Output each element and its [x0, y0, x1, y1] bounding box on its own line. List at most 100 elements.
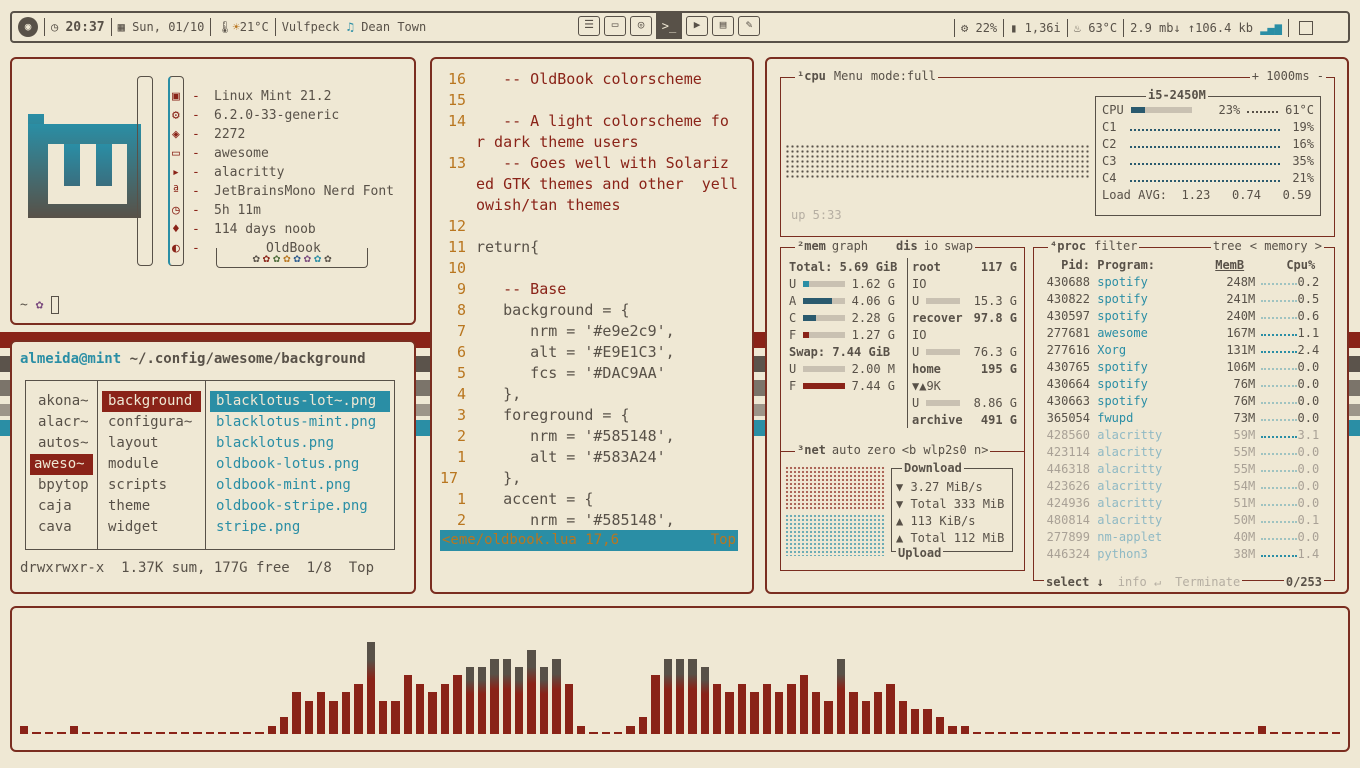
fm-item[interactable]: scripts: [102, 475, 201, 496]
net-row: ▲ 113 KiB/s: [896, 513, 976, 528]
cava-bar: [267, 726, 276, 734]
fm-file[interactable]: oldbook-mint.png: [210, 475, 390, 496]
proc-row[interactable]: 423114 alacritty 55M 0.0: [1042, 443, 1334, 460]
proc-row[interactable]: 277681 awesome 167M 1.1: [1042, 324, 1334, 341]
proc-row[interactable]: 428560 alacritty 59M 3.1: [1042, 426, 1334, 443]
cava-bar: [1232, 732, 1242, 734]
fm-item[interactable]: background: [102, 391, 201, 412]
cava-bar: [180, 732, 190, 734]
disk-value: 76.3 G: [973, 344, 1017, 359]
tab-tree[interactable]: tree: [1213, 239, 1242, 253]
fullscreen-icon[interactable]: [1298, 21, 1313, 35]
fm-file[interactable]: blacklotus-mint.png: [210, 412, 390, 433]
cava-bar: [873, 692, 883, 734]
folder-icon[interactable]: ▭: [604, 16, 626, 36]
editor-buffer[interactable]: 16 -- OldBook colorscheme 15 14 -- A light…: [440, 69, 738, 531]
fm-item[interactable]: widget: [102, 517, 201, 538]
tab-menu[interactable]: Menu: [834, 69, 863, 83]
proc-row[interactable]: 446324 python3 38M 1.4: [1042, 545, 1334, 562]
proc-row[interactable]: 277899 nm-applet 40M 0.0: [1042, 528, 1334, 545]
proc-row[interactable]: 430664 spotify 76M 0.0: [1042, 375, 1334, 392]
fm-item[interactable]: bpytop: [30, 475, 93, 496]
editor-line: 5 fcs = '#DAC9AA': [440, 363, 738, 384]
proc-col-mem[interactable]: MemB: [1215, 258, 1255, 272]
proc-col-program[interactable]: Program:: [1097, 258, 1215, 272]
menu-icon[interactable]: ☰: [578, 16, 600, 36]
fm-item[interactable]: theme: [102, 496, 201, 517]
mem-bar: [803, 365, 845, 372]
fm-item[interactable]: aweso~: [30, 454, 93, 475]
tab-graph[interactable]: graph: [832, 239, 868, 253]
logo-bracket: [137, 76, 153, 266]
proc-row[interactable]: 424936 alacritty 51M 0.0: [1042, 494, 1334, 511]
editor-line: 10: [440, 258, 738, 279]
proc-graph: [1261, 329, 1298, 336]
tab-mode[interactable]: mode:full: [871, 69, 936, 83]
tab-zero[interactable]: zero: [867, 443, 896, 457]
fm-item[interactable]: caja: [30, 496, 93, 517]
proc-cpu: 0.0: [1297, 461, 1320, 476]
net-row: ▼ 3.27 MiB/s: [896, 479, 983, 494]
proc-info[interactable]: info ↵: [1118, 575, 1161, 589]
proc-select[interactable]: select ↓: [1046, 575, 1104, 589]
shell-prompt[interactable]: ~ ✿: [20, 296, 60, 314]
proc-row[interactable]: 430765 spotify 106M 0.0: [1042, 358, 1334, 375]
fm-item[interactable]: alacr~: [30, 412, 93, 433]
tab-mem[interactable]: ²mem: [797, 239, 826, 253]
proc-col-cpu[interactable]: Cpu%: [1255, 258, 1315, 272]
fm-file[interactable]: blacklotus.png: [210, 433, 390, 454]
browser-icon[interactable]: ◎: [630, 16, 652, 36]
proc-terminate[interactable]: Terminate: [1175, 575, 1240, 589]
proc-col-pid[interactable]: Pid:: [1042, 258, 1090, 272]
fm-item[interactable]: autos~: [30, 433, 93, 454]
line-number: 11: [447, 238, 466, 256]
music-artist[interactable]: Vulfpeck: [282, 20, 340, 34]
tab-io[interactable]: io: [924, 239, 938, 253]
proc-row[interactable]: 446318 alacritty 55M 0.0: [1042, 460, 1334, 477]
tab-swap[interactable]: swap: [944, 239, 973, 253]
load-avg: Load AVG: 1.23 0.74 0.59: [1102, 188, 1312, 202]
calculator-icon[interactable]: ▤: [712, 16, 734, 36]
tab-filter[interactable]: filter: [1094, 239, 1137, 253]
proc-name: nm-applet: [1097, 529, 1163, 544]
proc-row[interactable]: 430663 spotify 76M 0.0: [1042, 392, 1334, 409]
line-text: -- Base: [476, 280, 567, 298]
proc-row[interactable]: 430597 spotify 240M 0.6: [1042, 307, 1334, 324]
terminal-icon[interactable]: >_: [656, 13, 682, 39]
fm-file[interactable]: blacklotus-lot~.png: [210, 391, 390, 412]
proc-row[interactable]: 430822 spotify 241M 0.5: [1042, 290, 1334, 307]
status-pos: Top: [710, 532, 736, 548]
proc-row[interactable]: 480814 alacritty 50M 0.1: [1042, 511, 1334, 528]
fm-item[interactable]: module: [102, 454, 201, 475]
update-interval[interactable]: + 1000ms -: [1249, 69, 1326, 83]
proc-row[interactable]: 365054 fwupd 73M 0.0: [1042, 409, 1334, 426]
cava-bar: [416, 684, 425, 734]
fm-file[interactable]: oldbook-lotus.png: [210, 454, 390, 475]
proc-row[interactable]: 430688 spotify 248M 0.2: [1042, 273, 1334, 290]
tab-proc[interactable]: ⁴proc: [1050, 239, 1086, 253]
cava-visualizer: [10, 606, 1350, 752]
core-graph: [1129, 157, 1281, 165]
tab-disks[interactable]: dis: [896, 239, 918, 253]
proc-name: alacritty: [1097, 427, 1163, 442]
play-icon[interactable]: ▶: [686, 16, 708, 36]
tab-cpu[interactable]: ¹cpu: [797, 69, 826, 83]
music-track[interactable]: Dean Town: [361, 20, 426, 34]
tab-iface[interactable]: <b wlp2s0 n>: [902, 443, 989, 457]
mem-key: C: [789, 310, 797, 325]
fm-item[interactable]: configura~: [102, 412, 201, 433]
fm-item[interactable]: akona~: [30, 391, 93, 412]
tab-auto[interactable]: auto: [832, 443, 861, 457]
editor-icon[interactable]: ✎: [738, 16, 760, 36]
tab-net[interactable]: ³net: [797, 443, 826, 457]
proc-name: alacritty: [1097, 444, 1163, 459]
tab-sort[interactable]: < memory >: [1250, 239, 1322, 253]
fm-file[interactable]: oldbook-stripe.png: [210, 496, 390, 517]
fm-item[interactable]: cava: [30, 517, 93, 538]
proc-row[interactable]: 423626 alacritty 54M 0.0: [1042, 477, 1334, 494]
proc-row[interactable]: 277616 Xorg 131M 2.4: [1042, 341, 1334, 358]
volume-icon[interactable]: ◉: [18, 17, 38, 37]
fm-item[interactable]: layout: [102, 433, 201, 454]
package-icon: ◈: [172, 127, 180, 142]
fm-file[interactable]: stripe.png: [210, 517, 390, 538]
